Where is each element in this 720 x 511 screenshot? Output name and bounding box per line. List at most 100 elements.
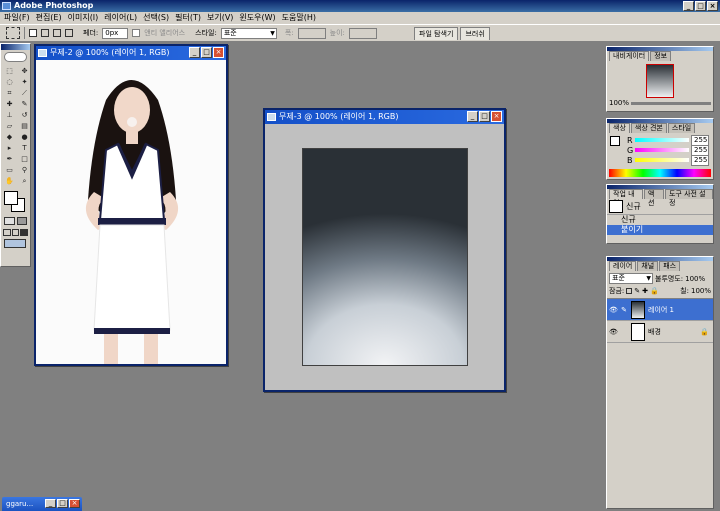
menu-help[interactable]: 도움말(H) bbox=[282, 12, 316, 24]
move-icon[interactable]: ✥ bbox=[18, 67, 31, 76]
channel-g-slider[interactable] bbox=[635, 148, 689, 152]
brush-icon[interactable]: ✎ bbox=[18, 100, 31, 109]
lasso-icon[interactable]: ◌ bbox=[3, 78, 16, 87]
doc3-maximize-button[interactable]: □ bbox=[479, 111, 490, 122]
eyedropper-icon[interactable]: ⚲ bbox=[18, 166, 31, 175]
marquee-icon[interactable]: ⬚ bbox=[3, 67, 16, 76]
lock-transparency-icon[interactable] bbox=[626, 288, 633, 294]
magic-wand-icon[interactable]: ✦ bbox=[18, 78, 31, 87]
feather-input[interactable]: 0px bbox=[102, 27, 129, 39]
foreground-color-swatch[interactable] bbox=[4, 191, 18, 205]
menu-layer[interactable]: 레이어(L) bbox=[104, 12, 137, 24]
channel-b-slider[interactable] bbox=[635, 158, 689, 162]
doc2-close-button[interactable]: × bbox=[213, 47, 224, 58]
selection-add-icon[interactable] bbox=[41, 29, 49, 37]
lock-all-icon[interactable]: 🔒 bbox=[650, 287, 659, 295]
history-brush-icon[interactable]: ↺ bbox=[18, 111, 31, 120]
screen-mode-full-icon[interactable] bbox=[20, 229, 29, 236]
tab-history[interactable]: 작업 내역 bbox=[609, 189, 643, 207]
document-2-title-bar[interactable]: 무제-2 @ 100% (레이어 1, RGB) _ □ × bbox=[36, 46, 226, 60]
menu-image[interactable]: 이미지(I) bbox=[68, 12, 99, 24]
crop-icon[interactable]: ⌗ bbox=[3, 89, 16, 98]
hand-icon[interactable]: ✋ bbox=[3, 177, 16, 186]
menu-edit[interactable]: 편집(E) bbox=[36, 12, 62, 24]
screen-mode-full-menu-icon[interactable] bbox=[11, 229, 20, 236]
type-icon[interactable]: T bbox=[18, 144, 31, 153]
taskbar-minimize-button[interactable]: _ bbox=[45, 499, 56, 508]
eraser-icon[interactable]: ▱ bbox=[3, 122, 16, 131]
layer-row-layer1[interactable]: 👁 ✎ 레이어 1 bbox=[607, 299, 713, 321]
close-button[interactable]: × bbox=[707, 1, 718, 11]
toolbox-header[interactable] bbox=[1, 44, 30, 50]
navigator-zoom-slider[interactable] bbox=[631, 101, 711, 105]
taskbar-button[interactable]: ggaru... _ □ × bbox=[2, 497, 82, 511]
screen-mode-standard-icon[interactable] bbox=[3, 229, 11, 236]
menu-view[interactable]: 보기(V) bbox=[207, 12, 233, 24]
taskbar-maximize-button[interactable]: □ bbox=[57, 499, 68, 508]
document-3-title-bar[interactable]: 무제-3 @ 100% (레이어 1, RGB) _ □ × bbox=[265, 110, 504, 124]
tab-layers[interactable]: 레이어 bbox=[609, 261, 637, 271]
path-select-icon[interactable]: ▸ bbox=[3, 144, 16, 153]
selection-intersect-icon[interactable] bbox=[65, 29, 73, 37]
shape-icon[interactable]: □ bbox=[18, 155, 31, 164]
marquee-tool-icon[interactable] bbox=[6, 27, 20, 39]
lock-position-icon[interactable]: ✚ bbox=[642, 287, 648, 295]
channel-r-slider[interactable] bbox=[635, 138, 689, 142]
doc3-close-button[interactable]: × bbox=[491, 111, 502, 122]
fg-color-box[interactable] bbox=[610, 136, 620, 146]
healing-icon[interactable]: ✚ bbox=[3, 100, 16, 109]
doc2-maximize-button[interactable]: □ bbox=[201, 47, 212, 58]
menu-window[interactable]: 윈도우(W) bbox=[239, 12, 275, 24]
channel-b-input[interactable]: 255 bbox=[691, 154, 709, 166]
gradient-canvas[interactable] bbox=[302, 148, 468, 366]
tab-swatches[interactable]: 색상 견본 bbox=[630, 123, 667, 133]
stamp-icon[interactable]: ⊥ bbox=[3, 111, 16, 120]
antialias-checkbox[interactable] bbox=[132, 29, 141, 37]
history-snapshot[interactable]: 신규 bbox=[607, 199, 713, 215]
layer-row-background[interactable]: 👁 배경 🔒 bbox=[607, 321, 713, 343]
style-select[interactable]: 표준 ▼ bbox=[220, 27, 277, 39]
blend-mode-select[interactable]: 표준 ▼ bbox=[609, 273, 653, 284]
pen-icon[interactable]: ✒ bbox=[3, 155, 16, 164]
doc2-minimize-button[interactable]: _ bbox=[189, 47, 200, 58]
tab-navigator[interactable]: 내비게이터 bbox=[609, 51, 650, 61]
tab-tool-presets[interactable]: 도구 사전 설정 bbox=[664, 189, 713, 207]
eye-icon[interactable]: 👁 bbox=[609, 306, 618, 314]
tab-actions[interactable]: 액션 bbox=[644, 189, 664, 207]
selection-subtract-icon[interactable] bbox=[53, 29, 61, 37]
standard-mode-icon[interactable] bbox=[4, 217, 15, 225]
jump-to-imageready-icon[interactable] bbox=[4, 239, 26, 248]
taskbar-close-button[interactable]: × bbox=[69, 499, 80, 508]
selection-mode-icon[interactable] bbox=[29, 29, 37, 37]
maximize-button[interactable]: □ bbox=[695, 1, 706, 11]
eye-logo-icon[interactable] bbox=[4, 52, 27, 62]
brush-link-icon[interactable]: ✎ bbox=[620, 306, 628, 314]
doc3-minimize-button[interactable]: _ bbox=[467, 111, 478, 122]
menu-filter[interactable]: 필터(T) bbox=[175, 12, 201, 24]
tab-info[interactable]: 정보 bbox=[650, 51, 672, 61]
tab-paths[interactable]: 패스 bbox=[659, 261, 681, 271]
gradient-icon[interactable]: ▤ bbox=[18, 122, 31, 131]
minimize-button[interactable]: _ bbox=[683, 1, 694, 11]
photo-canvas[interactable] bbox=[36, 60, 226, 364]
fill-value[interactable]: 100% bbox=[691, 287, 711, 295]
history-item[interactable]: 신규 bbox=[607, 215, 713, 225]
menu-file[interactable]: 파일(F) bbox=[4, 12, 30, 24]
slice-icon[interactable]: ⟋ bbox=[18, 89, 31, 98]
color-ramp[interactable] bbox=[609, 169, 711, 177]
link-slot-icon[interactable] bbox=[620, 328, 628, 336]
lock-pixels-icon[interactable]: ✎ bbox=[634, 287, 640, 295]
navigator-preview[interactable] bbox=[646, 64, 674, 98]
opacity-value[interactable]: 100% bbox=[685, 275, 705, 283]
quickmask-mode-icon[interactable] bbox=[16, 217, 27, 225]
menu-select[interactable]: 선택(S) bbox=[143, 12, 169, 24]
dock-tab-file-browser[interactable]: 파일 탐색기 bbox=[414, 27, 459, 40]
tab-channels[interactable]: 채널 bbox=[637, 261, 659, 271]
blur-icon[interactable]: ◆ bbox=[3, 133, 16, 142]
history-item-selected[interactable]: 붙이기 bbox=[607, 225, 713, 235]
dock-tab-brushes[interactable]: 브러쉬 bbox=[460, 27, 490, 40]
navigator-zoom[interactable]: 100% bbox=[609, 99, 629, 107]
notes-icon[interactable]: ▭ bbox=[3, 166, 16, 175]
zoom-icon[interactable]: ⌕ bbox=[18, 177, 31, 186]
tab-color[interactable]: 색상 bbox=[609, 123, 630, 133]
